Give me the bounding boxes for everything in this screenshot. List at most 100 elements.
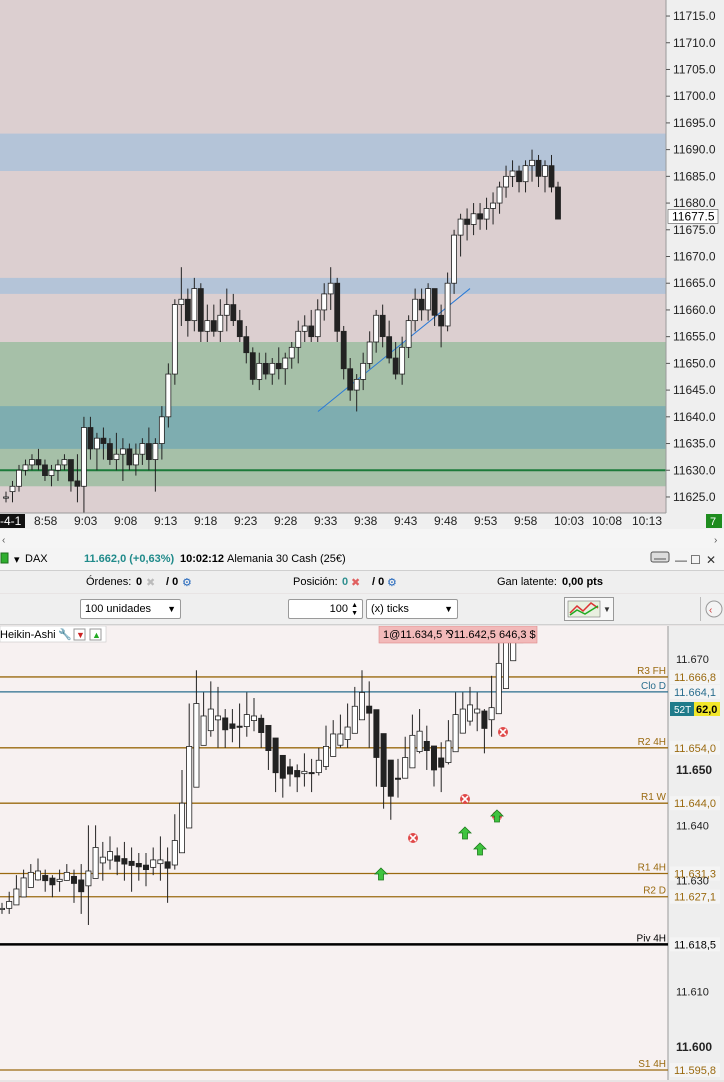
close-icon[interactable]: ✕ [706,553,716,567]
pivot-label: R1 W [641,792,667,803]
price-zone[interactable] [0,133,666,171]
time-axis-label: 10:08 [592,514,622,528]
current-value-label: 62,0 [696,704,717,716]
svg-text:▼: ▼ [76,630,85,640]
time-axis-label: 10:03 [554,514,584,528]
time-axis-label: -4-1 [0,514,22,528]
time-axis-label: 9:53 [474,514,498,528]
price-zone[interactable] [0,406,666,449]
price-axis-label: 11665.0 [673,276,716,290]
corner-badge-text: 7 [710,516,716,528]
scroll-left-icon[interactable]: ‹ [2,535,5,546]
top-price-chart[interactable]: 11715.0 11710.0 11705.0 11700.0 11695.0 11690… [0,0,724,548]
time-axis-label: 9:48 [434,514,458,528]
price-axis-label: 11695.0 [673,116,716,130]
instrument-name: Alemania 30 Cash (25€) [227,553,346,565]
pivot-label: R2 4H [638,737,666,748]
pivot-label: Piv 4H [637,933,666,944]
position-close-icon[interactable]: ✖ [351,576,360,589]
ticks-unit-value: (x) ticks [371,603,409,615]
bottom-axis-label: 11.670 [676,654,709,666]
pivot-value: 11.666,8 [674,672,716,684]
instrument-status-icon[interactable] [0,552,10,567]
orders-total: / 0 [166,576,179,588]
orders-value: 0 [136,576,143,588]
price-change: 11.662,0 (+0,63%) [84,553,175,565]
price-axis-label: 11670.0 [673,250,716,264]
bottom-axis-label: 11.630 [676,876,709,888]
bottom-plot-background [0,626,668,1080]
time-axis-label: 9:13 [154,514,178,528]
position-value: 0 [342,576,349,588]
stepper-arrows-icon[interactable]: ▲ ▼ [351,602,358,618]
orders-settings-icon[interactable]: ⚙ [182,576,192,589]
instrument-dropdown-icon[interactable]: ▾ [14,553,20,566]
price-axis-label: 11640.0 [673,410,716,424]
sell-marker-icon[interactable] [460,794,470,804]
bottom-axis-label: 11.610 [676,986,709,998]
pnl-value: 0,00 pts [562,576,603,588]
chevron-down-icon: ▼ [167,604,176,614]
orders-cancel-icon[interactable]: ✖ [146,576,155,589]
countdown-label: 52T [674,705,691,716]
candle [249,347,256,385]
price-axis-label: 11660.0 [673,303,716,317]
time-axis-label: 9:23 [234,514,258,528]
quantity-select[interactable]: 100 unidades ▼ [80,599,181,619]
heikin-ashi-chart[interactable]: R3 FH 11.666,8 Clo D 11.664,1 R2 4H 11.654,0 R… [0,626,724,1080]
sell-marker-icon[interactable] [408,833,418,843]
price-axis-label: 11650.0 [673,356,716,370]
price-axis-label: 11635.0 [673,437,716,451]
strategy-button[interactable]: ▼ [564,597,614,621]
time-axis-label: 8:58 [34,514,58,528]
price-axis-label: 11700.0 [673,89,716,103]
svg-text:▲: ▲ [92,630,101,640]
pivot-value: 11.595,8 [674,1065,716,1077]
ticks-unit-select[interactable]: (x) ticks ▼ [366,599,458,619]
ticks-stepper[interactable]: 100 ▲ ▼ [288,599,363,619]
time-axis-label: 9:43 [394,514,418,528]
scroll-right-icon[interactable]: › [714,535,717,546]
quantity-bar: 100 unidades ▼ 100 ▲ ▼ (x) ticks ▼ ▼ ‹ [0,594,724,625]
quantity-select-value: 100 unidades [85,603,152,615]
bottom-trading-panel: ▾ DAX 11.662,0 (+0,63%) 10:02:12 Alemani… [0,548,724,1082]
keyboard-icon[interactable] [650,550,670,567]
time-axis-label: 9:33 [314,514,338,528]
price-axis-label: 11705.0 [673,62,716,76]
price-axis-label: 11675.0 [673,223,716,237]
minimize-icon[interactable]: — [675,553,687,567]
sell-marker-icon[interactable] [498,727,508,737]
strategy-chart-icon: ▼ [567,600,611,618]
instrument-symbol[interactable]: DAX [25,553,48,565]
ticks-value: 100 [329,603,348,615]
time-axis-label: 9:38 [354,514,378,528]
candle [171,299,178,385]
wrench-icon[interactable]: 🔧 [58,627,72,641]
bottom-axis-label: 11.650 [676,763,712,777]
position-settings-icon[interactable]: ⚙ [387,576,397,589]
side-panel-toggle[interactable]: ‹ [700,597,724,621]
pivot-label: R3 FH [637,666,666,677]
price-axis-label: 11685.0 [673,169,716,183]
pivot-value: 11.627,1 [674,892,716,904]
order-info-badge[interactable]: 1@11.634,5 ⅋11.642,5 646,3 $ [378,626,538,644]
horizontal-scrollbar[interactable] [0,529,724,548]
price-axis-label: 11645.0 [673,383,716,397]
maximize-icon[interactable]: ☐ [690,553,701,567]
clock-time: 10:02:12 [180,553,225,565]
pivot-value: 11.618,5 [674,939,716,951]
candlestick-chart-top[interactable]: 11715.0 11710.0 11705.0 11700.0 11695.0 11690… [0,0,724,548]
chevron-down-icon: ▼ [444,604,453,614]
time-axis-label: 9:03 [74,514,98,528]
price-axis-label: 11710.0 [673,36,716,50]
svg-text:‹: ‹ [709,605,712,616]
pivot-value: 11.654,0 [674,743,716,755]
position-label: Posición: [293,576,338,588]
indicator-header: Heikin-Ashi 🔧 ▼ ▲ [0,626,107,643]
order-info-text: 1@11.634,5 ⅋11.642,5 646,3 $ [383,629,536,641]
candle [555,181,561,220]
svg-text:▼: ▼ [603,605,611,614]
price-axis-label: 11680.0 [673,196,716,210]
orders-label: Órdenes: [86,576,132,588]
pivot-label: R1 4H [638,862,666,873]
